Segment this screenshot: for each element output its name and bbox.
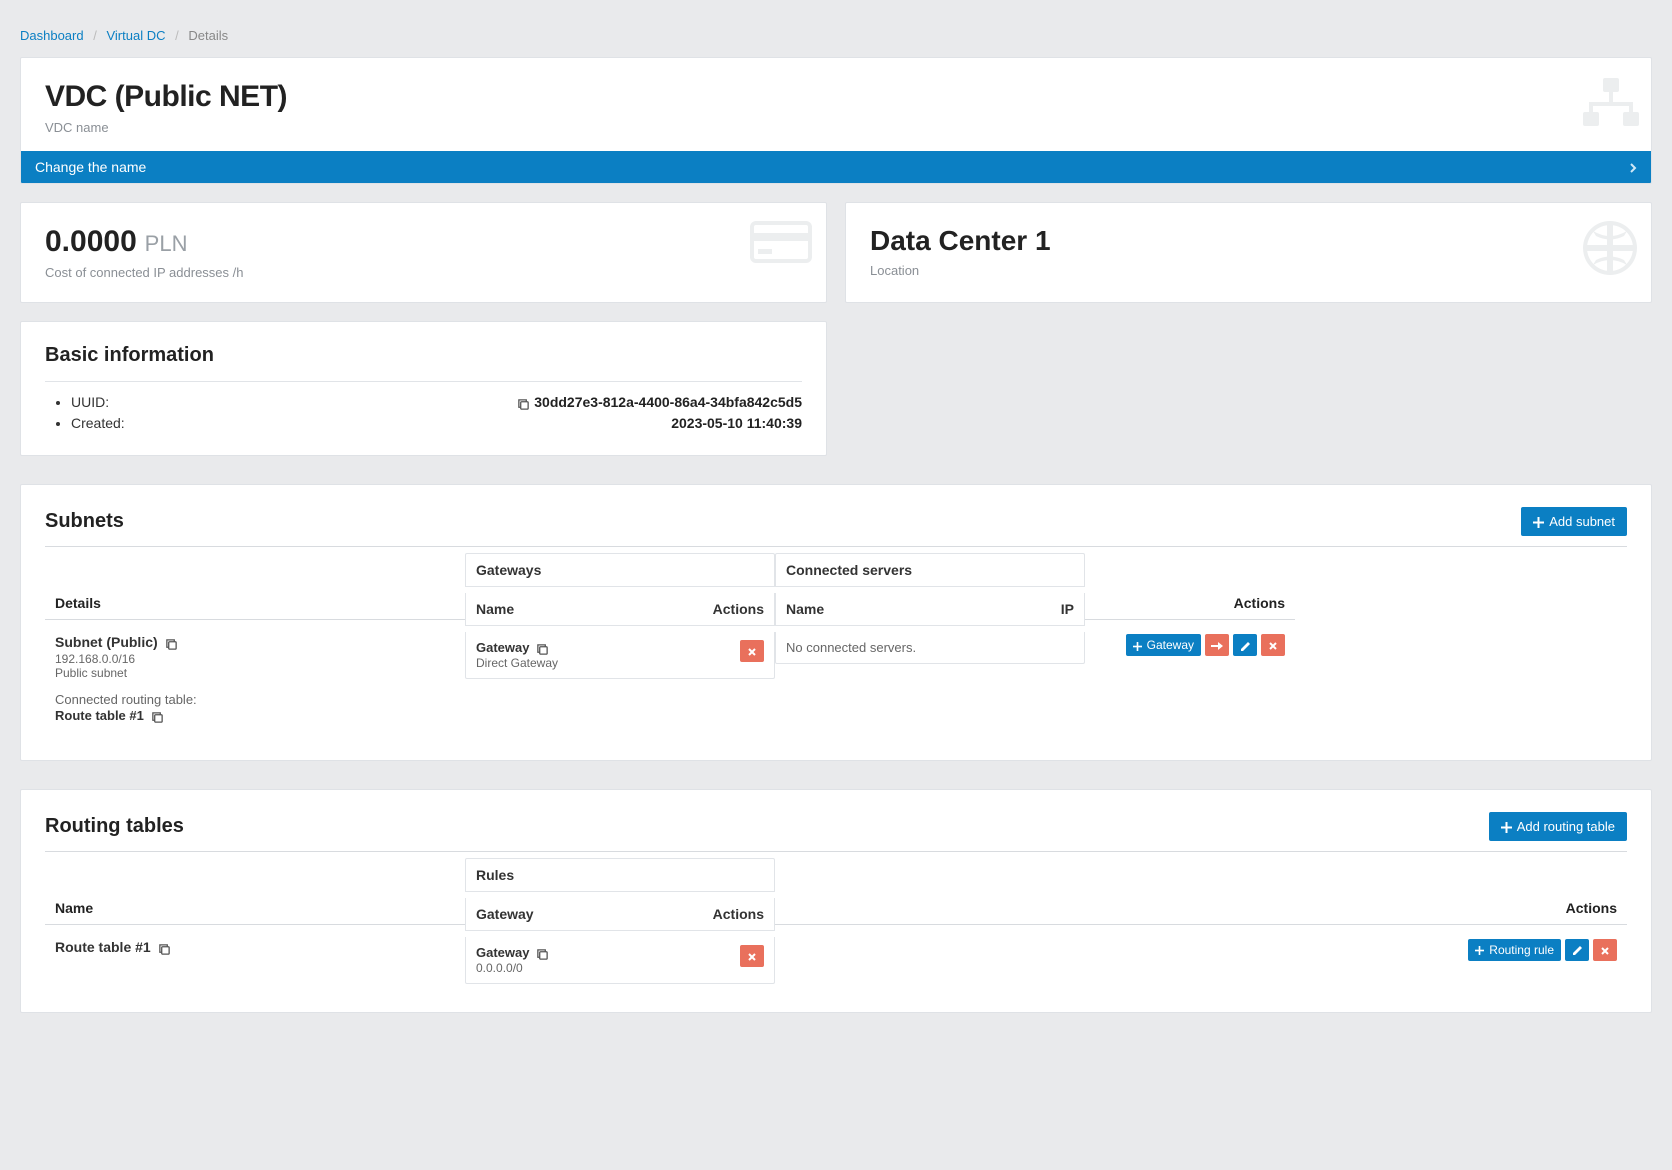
basic-info-title: Basic information	[45, 344, 802, 367]
add-subnet-label: Add subnet	[1549, 514, 1615, 529]
created-value: 2023-05-10 11:40:39	[671, 415, 802, 431]
plus-icon	[1133, 638, 1142, 652]
change-name-bar[interactable]: Change the name	[21, 151, 1651, 183]
cost-label: Cost of connected IP addresses /h	[45, 265, 802, 280]
add-routing-rule-label: Routing rule	[1489, 943, 1554, 957]
network-icon	[1579, 76, 1643, 130]
breadcrumb-sep: /	[93, 28, 97, 43]
chevron-right-icon	[1629, 160, 1637, 174]
add-routing-table-label: Add routing table	[1517, 819, 1615, 834]
datacenter-name: Data Center 1	[870, 225, 1627, 257]
subnets-title: Subnets	[45, 510, 124, 533]
gateway-name-header: Name	[466, 593, 694, 626]
header-card: VDC (Public NET) VDC name Change the nam…	[20, 57, 1652, 184]
delete-routing-table-button[interactable]	[1593, 939, 1617, 961]
breadcrumb: Dashboard / Virtual DC / Details	[20, 20, 1652, 57]
subnet-details-cell: Subnet (Public) 192.168.0.0/16 Public su…	[45, 626, 465, 732]
delete-rule-button[interactable]	[740, 945, 764, 967]
cost-value: 0.0000	[45, 225, 137, 258]
add-gateway-button[interactable]: Gateway	[1126, 634, 1201, 656]
copy-icon[interactable]	[151, 708, 164, 724]
connected-routing-name: Route table #1	[55, 708, 144, 723]
created-label: Created:	[71, 415, 125, 431]
rule-gateway-name: Gateway	[476, 945, 529, 960]
delete-subnet-button[interactable]	[1261, 634, 1285, 656]
close-icon	[747, 949, 757, 963]
delete-gateway-button[interactable]	[740, 640, 764, 662]
copy-icon[interactable]	[165, 636, 178, 652]
uuid-label: UUID:	[71, 394, 109, 410]
cost-card: 0.0000 PLN Cost of connected IP addresse…	[20, 202, 827, 303]
breadcrumb-current: Details	[188, 28, 228, 43]
gateways-header: Gateways	[466, 554, 774, 587]
routing-tables-title: Routing tables	[45, 815, 184, 838]
credit-card-icon	[746, 217, 816, 267]
routing-actions-header: Actions	[775, 892, 1627, 925]
gateway-name: Gateway	[476, 640, 529, 655]
add-subnet-button[interactable]: Add subnet	[1521, 507, 1627, 536]
subnet-cidr: 192.168.0.0/16	[55, 652, 455, 666]
page-title: VDC (Public NET)	[45, 80, 1627, 114]
routing-tables-panel: Routing tables Add routing table Rules N…	[20, 789, 1652, 1013]
subnet-type: Public subnet	[55, 666, 455, 680]
rules-gateway-header: Gateway	[466, 898, 694, 931]
rule-cidr: 0.0.0.0/0	[476, 961, 684, 975]
breadcrumb-dashboard[interactable]: Dashboard	[20, 28, 84, 43]
route-table-name: Route table #1	[55, 939, 151, 955]
location-card: Data Center 1 Location	[845, 202, 1652, 303]
add-routing-table-button[interactable]: Add routing table	[1489, 812, 1627, 841]
close-icon	[747, 644, 757, 658]
no-connected-servers: No connected servers.	[776, 632, 1084, 663]
breadcrumb-sep: /	[175, 28, 179, 43]
cost-currency: PLN	[145, 231, 188, 256]
globe-icon	[1579, 217, 1641, 279]
location-label: Location	[870, 263, 1627, 278]
route-table-cell: Route table #1	[45, 931, 465, 964]
pencil-icon	[1572, 943, 1583, 957]
add-gateway-label: Gateway	[1147, 638, 1194, 652]
gateway-type: Direct Gateway	[476, 656, 684, 670]
subnet-name: Subnet (Public)	[55, 634, 158, 650]
connected-servers-header: Connected servers	[776, 554, 1084, 587]
routing-name-header: Name	[45, 892, 465, 925]
connected-routing-label: Connected routing table:	[55, 692, 455, 707]
basic-info-card: Basic information UUID: 30dd27e3-812a-44…	[20, 321, 827, 456]
copy-icon[interactable]	[536, 641, 549, 656]
detach-button[interactable]	[1205, 634, 1229, 656]
close-icon	[1600, 943, 1610, 957]
close-icon	[1268, 638, 1278, 652]
copy-icon[interactable]	[536, 946, 549, 961]
subnets-panel: Subnets Add subnet Gateways Connected se…	[20, 484, 1652, 761]
uuid-value: 30dd27e3-812a-4400-86a4-34bfa842c5d5	[534, 394, 802, 410]
server-ip-header: IP	[984, 593, 1084, 626]
details-col-header: Details	[45, 587, 465, 620]
plus-icon	[1501, 819, 1512, 834]
arrow-right-icon	[1211, 638, 1223, 652]
copy-icon[interactable]	[517, 395, 530, 411]
plus-icon	[1475, 943, 1484, 957]
subnet-actions-header: Actions	[1085, 587, 1295, 620]
add-routing-rule-button[interactable]: Routing rule	[1468, 939, 1561, 961]
rules-actions-header: Actions	[694, 898, 774, 931]
server-name-header: Name	[776, 593, 984, 626]
gateway-actions-header: Actions	[694, 593, 774, 626]
change-name-label: Change the name	[35, 159, 146, 175]
rules-header: Rules	[466, 859, 774, 892]
edit-subnet-button[interactable]	[1233, 634, 1257, 656]
pencil-icon	[1240, 638, 1251, 652]
plus-icon	[1533, 514, 1544, 529]
breadcrumb-virtual-dc[interactable]: Virtual DC	[106, 28, 165, 43]
edit-routing-table-button[interactable]	[1565, 939, 1589, 961]
copy-icon[interactable]	[158, 940, 171, 956]
page-subtitle: VDC name	[45, 120, 1627, 135]
